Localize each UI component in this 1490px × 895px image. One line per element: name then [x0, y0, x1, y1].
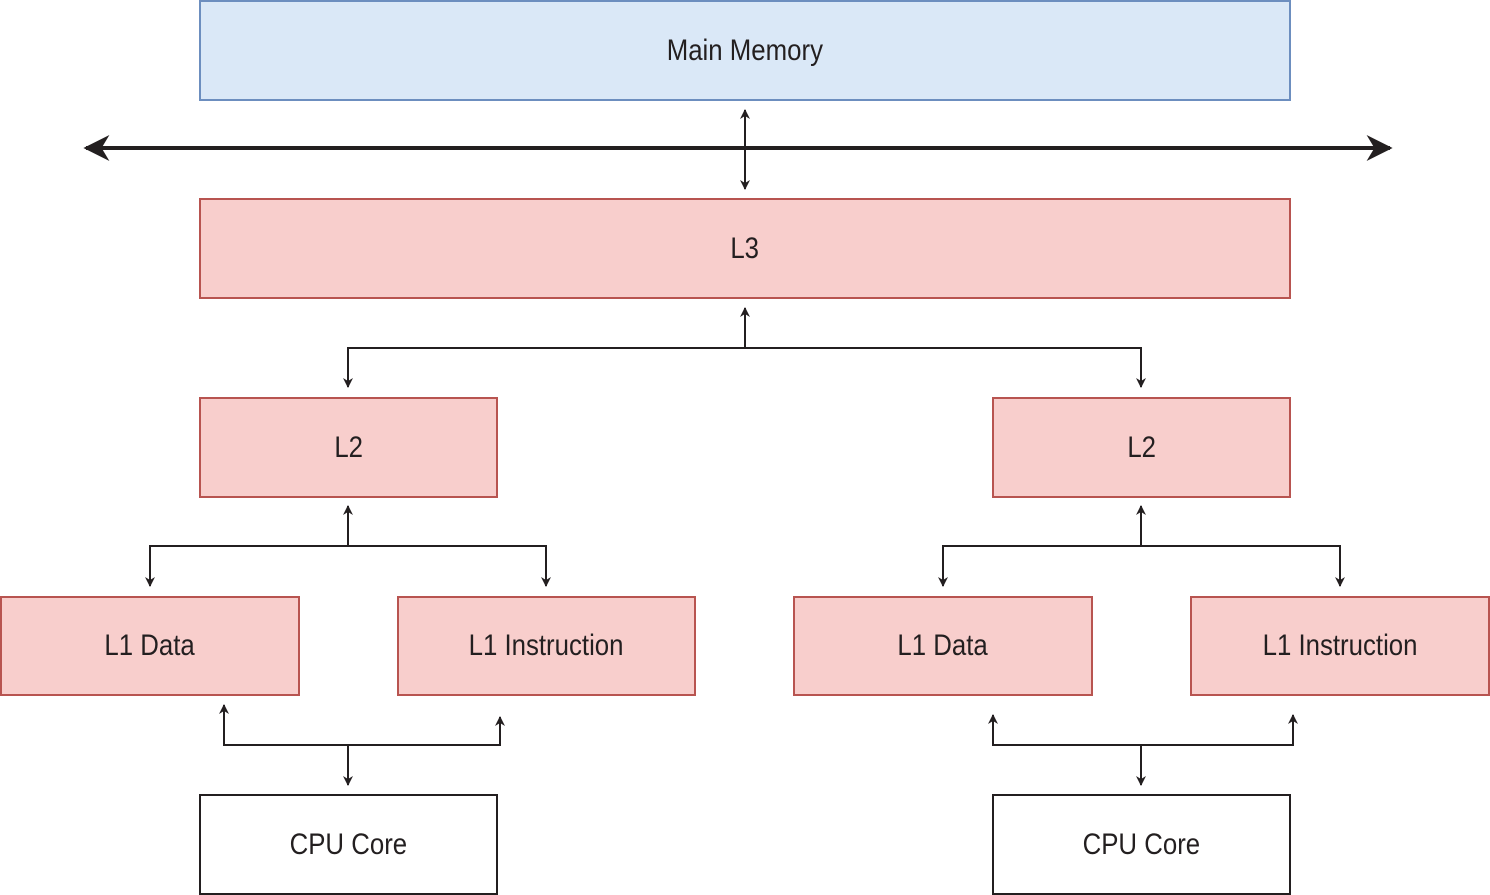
left-l2-cache-node: L2: [199, 397, 498, 498]
right-l2-cache-node: L2: [992, 397, 1291, 498]
right-l1-data-label: L1 Data: [897, 629, 989, 662]
main-memory-label: Main Memory: [666, 33, 824, 67]
left-cpu-to-l1-data-arrow: [219, 704, 348, 746]
left-l1-instruction-node: L1 Instruction: [397, 596, 696, 696]
right-l1-data-node: L1 Data: [793, 596, 1093, 696]
left-l1-data-node: L1 Data: [0, 596, 300, 696]
left-cpu-core-label: CPU Core: [289, 827, 408, 861]
right-cpu-to-l1-instruction-arrow: [1141, 714, 1298, 746]
l3-label: L3: [730, 231, 760, 265]
left-l1-data-label: L1 Data: [104, 629, 196, 662]
right-l1-instruction-node: L1 Instruction: [1190, 596, 1490, 696]
right-cpu-core-node: CPU Core: [992, 794, 1291, 895]
l3-cache-node: L3: [199, 198, 1291, 299]
left-cpu-core-node: CPU Core: [199, 794, 498, 895]
l3-to-right-l2-arrow: [745, 347, 1146, 388]
right-l1-instruction-label: L1 Instruction: [1262, 629, 1418, 662]
left-l2-label: L2: [334, 430, 363, 464]
left-cpu-to-l1-instruction-arrow: [348, 716, 505, 746]
right-cpu-core-label: CPU Core: [1082, 827, 1201, 861]
right-l2-to-l1-instruction-arrow: [1141, 545, 1345, 587]
right-l2-to-l1-data-arrow: [938, 545, 1141, 587]
left-l1-instruction-label: L1 Instruction: [469, 629, 624, 662]
l3-to-left-l2-arrow: [343, 347, 745, 388]
left-l2-to-l1-data-arrow: [145, 545, 348, 587]
left-l2-to-l1-instruction-arrow: [348, 545, 551, 587]
right-l2-label: L2: [1127, 430, 1156, 464]
right-cpu-to-l1-data-arrow: [988, 714, 1141, 746]
main-memory-node: Main Memory: [199, 0, 1291, 101]
